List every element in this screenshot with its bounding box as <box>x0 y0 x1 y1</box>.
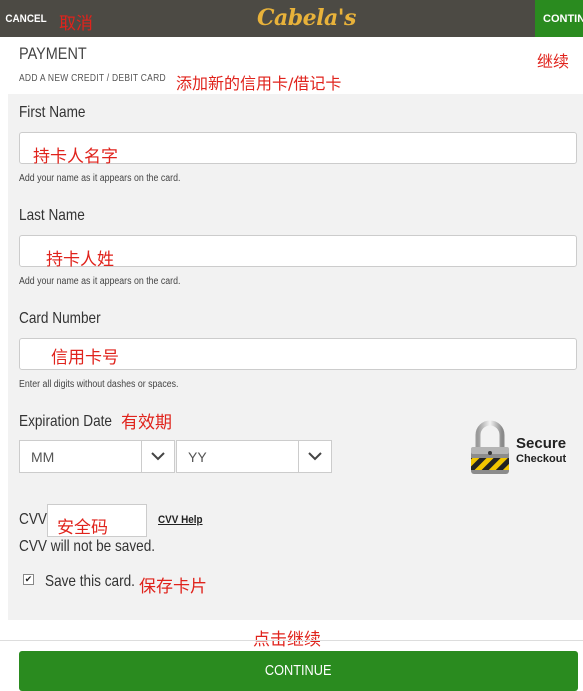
last-name-hint: Add your name as it appears on the card. <box>19 276 181 287</box>
secure-subtitle: Checkout <box>516 453 567 465</box>
expiration-date-label: Expiration Date <box>19 413 112 430</box>
expiration-annotation: 有效期 <box>121 413 172 433</box>
cvv-label: CVV <box>19 511 47 528</box>
card-number-annotation: 信用卡号 <box>51 348 119 368</box>
save-card-checkbox[interactable]: ✔ <box>23 574 34 585</box>
last-name-label: Last Name <box>19 207 85 224</box>
expiry-year-select[interactable]: YY <box>176 440 332 473</box>
padlock-icon <box>468 420 512 481</box>
save-card-annotation: 保存卡片 <box>139 577 207 597</box>
first-name-label: First Name <box>19 104 86 121</box>
cabelas-logo: Cabela's <box>257 5 356 31</box>
first-name-hint: Add your name as it appears on the card. <box>19 173 181 184</box>
cvv-note: CVV will not be saved. <box>19 538 156 555</box>
cvv-help-link[interactable]: CVV Help <box>158 514 203 526</box>
page-title: PAYMENT <box>19 44 87 63</box>
continue-button[interactable]: CONTINUE <box>19 651 578 691</box>
expiry-month-select[interactable]: MM <box>19 440 175 473</box>
cvv-annotation: 安全码 <box>57 518 108 538</box>
add-card-annotation: 添加新的信用卡/借记卡 <box>176 74 342 93</box>
divider <box>0 640 583 641</box>
continue-button-label: CONTINUE <box>265 662 332 679</box>
card-number-hint: Enter all digits without dashes or space… <box>19 379 179 390</box>
cancel-button[interactable]: CANCEL <box>3 0 50 37</box>
continue-annotation-top: 继续 <box>537 52 570 71</box>
continue-annotation-bottom: 点击继续 <box>253 630 321 650</box>
expiry-month-value: MM <box>31 449 55 465</box>
secure-title: Secure <box>516 435 567 452</box>
chevron-down-icon <box>298 441 331 472</box>
card-number-label: Card Number <box>19 310 101 327</box>
cancel-annotation: 取消 <box>59 14 93 34</box>
add-card-heading: ADD A NEW CREDIT / DEBIT CARD <box>19 73 166 84</box>
chevron-down-icon <box>141 441 174 472</box>
last-name-annotation: 持卡人姓 <box>46 250 114 270</box>
save-card-label: Save this card. <box>45 573 135 590</box>
first-name-annotation: 持卡人名字 <box>33 147 118 167</box>
expiry-year-value: YY <box>188 449 207 465</box>
continue-button-top[interactable]: CONTINUE <box>535 0 583 37</box>
